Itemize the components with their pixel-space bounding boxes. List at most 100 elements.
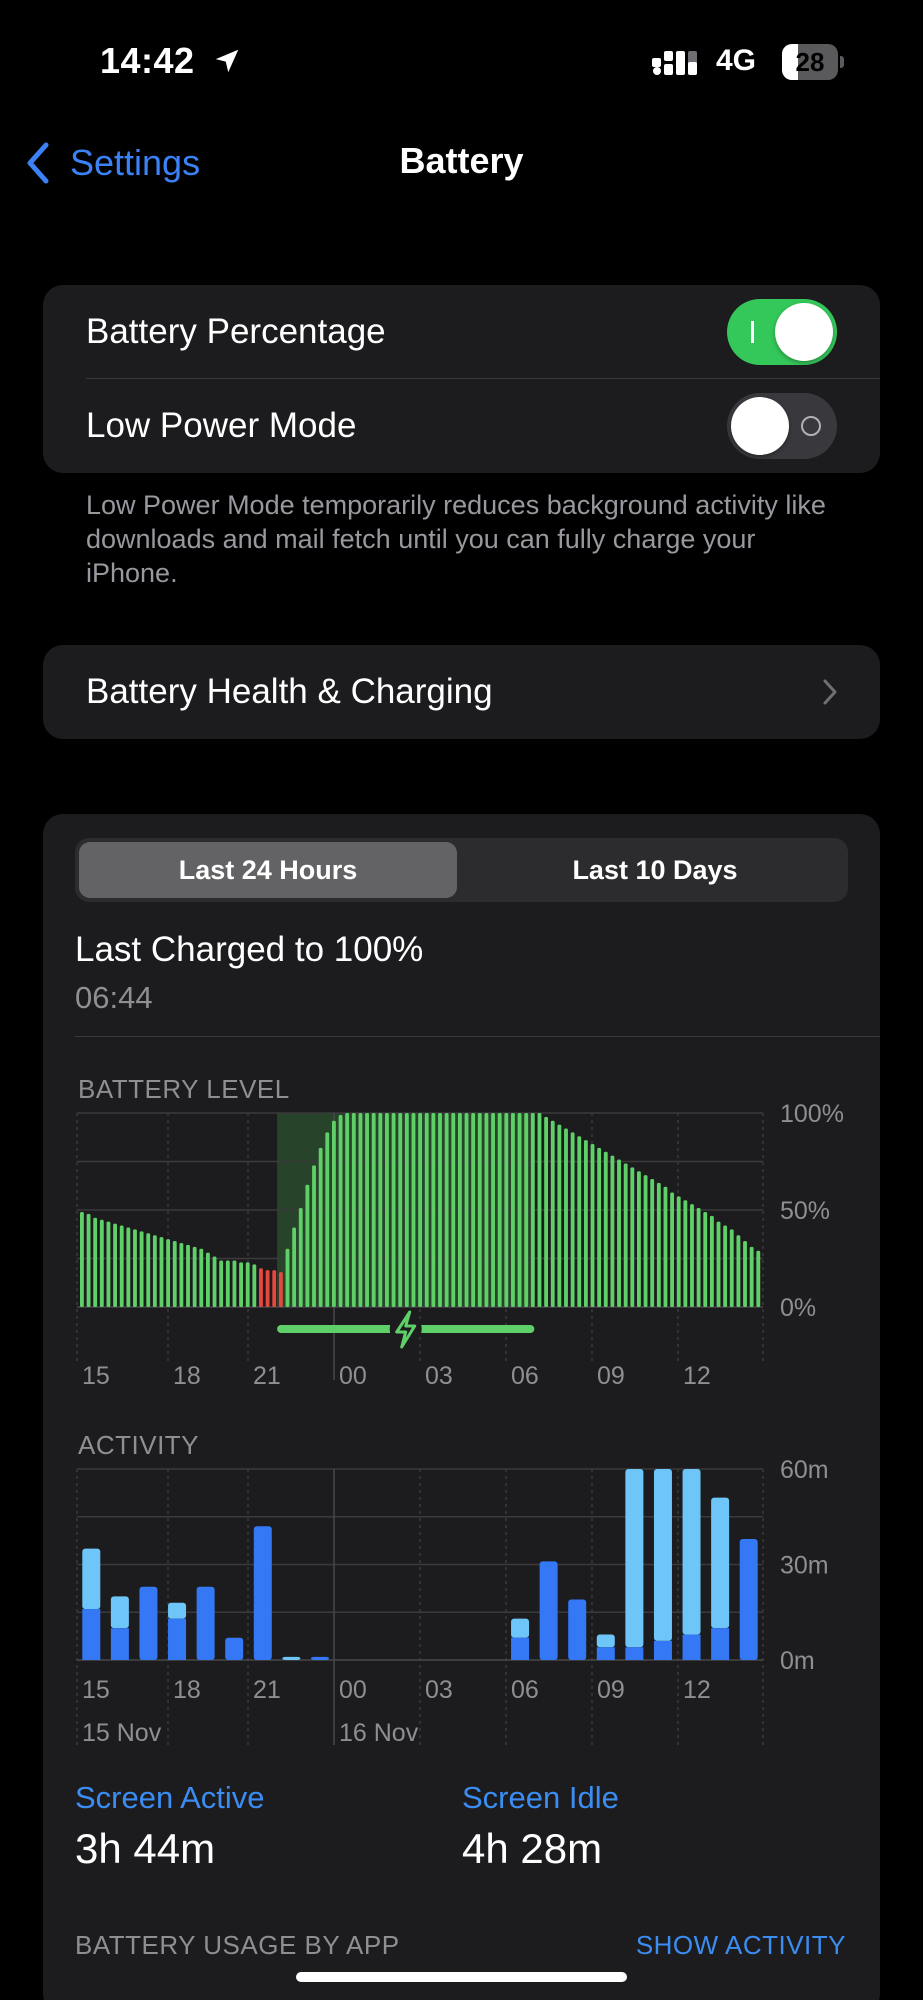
battery-bar [431,1113,436,1307]
battery-bar [166,1239,171,1307]
last-charged-label: Last Charged to 100% [75,930,424,969]
battery-bar [80,1211,84,1307]
battery-bar [451,1113,456,1307]
last-charged-time: 06:44 [75,980,153,1015]
battery-health-label: Battery Health & Charging [86,672,493,711]
battery-bar [133,1229,137,1307]
battery-bar [292,1227,297,1307]
battery-health-row[interactable]: Battery Health & Charging [43,645,880,739]
y-tick-label: 60m [780,1456,829,1484]
x-tick-label: 18 [173,1676,201,1704]
battery-bar [557,1124,562,1307]
activity-bar-idle [82,1548,101,1610]
battery-bar [504,1113,509,1307]
x-tick-label: 12 [683,1676,711,1704]
battery-bar [259,1268,263,1307]
battery-bar [411,1113,416,1307]
activity-bar-active [511,1637,530,1660]
battery-bar [159,1237,164,1307]
battery-bar [219,1260,224,1307]
battery-bar [577,1136,582,1307]
battery-bar [312,1165,316,1307]
battery-icon: 28 [782,44,844,80]
battery-bar [278,1272,283,1307]
battery-bar [756,1250,761,1307]
battery-bar [424,1113,429,1307]
date-label: 16 Nov [339,1719,419,1747]
activity-bar-active [625,1647,644,1660]
battery-bar [603,1151,608,1307]
tab-last-10-days[interactable]: Last 10 Days [466,842,844,898]
activity-bar-idle [653,1469,672,1641]
network-type: 4G [716,44,757,77]
activity-bar-active [168,1618,187,1660]
x-tick-label: 18 [173,1362,201,1390]
show-activity-button[interactable]: SHOW ACTIVITY [636,1930,846,1961]
battery-bar [378,1113,383,1307]
battery-bar [716,1221,721,1307]
y-tick-label: 100% [780,1100,844,1128]
battery-bar [457,1113,462,1307]
status-time: 14:42 [100,40,195,81]
battery-bar [272,1270,277,1307]
battery-bar [637,1171,641,1307]
activity-bar-active [539,1561,558,1660]
x-tick-label: 09 [597,1362,625,1390]
x-tick-label: 12 [683,1362,711,1390]
battery-bar [690,1204,694,1307]
battery-percentage-label: Battery Percentage [86,312,386,351]
activity-bar-active [711,1628,730,1660]
activity-bar-active [196,1586,215,1660]
battery-bar [305,1184,310,1307]
x-tick-label: 00 [339,1676,367,1704]
battery-bar [438,1113,442,1307]
battery-bar [265,1270,270,1307]
activity-bar-idle [711,1497,730,1629]
activity-bar-active [310,1656,329,1660]
battery-bar [338,1114,343,1307]
battery-bar [232,1260,237,1307]
battery-usage-card [43,814,880,2000]
battery-bar [358,1113,363,1307]
battery-bar [736,1235,741,1307]
battery-bar [225,1260,230,1307]
battery-bar [743,1241,747,1307]
battery-bar [663,1186,668,1307]
x-tick-label: 21 [253,1362,281,1390]
activity-bar-active [739,1539,758,1660]
battery-bar [723,1225,728,1307]
battery-bar [119,1225,124,1307]
x-tick-label: 15 [82,1676,110,1704]
activity-bar-active [225,1637,244,1660]
battery-bar [351,1113,356,1307]
activity-bar-idle [511,1618,530,1638]
low-power-mode-row: Low Power Mode [43,379,880,473]
activity-chart: 60m 30m 0m 15 18 21 00 03 06 09 12 15 Nov 16 Nov [76,1456,829,1747]
battery-bar [617,1159,621,1307]
battery-bar [517,1113,522,1307]
battery-percentage-row: Battery Percentage [43,285,880,379]
screen-idle-label: Screen Idle [462,1780,619,1815]
battery-bar [86,1213,91,1307]
activity-bar-active [110,1628,129,1660]
x-tick-label: 15 [82,1362,110,1390]
battery-bar [444,1113,449,1307]
battery-bar [703,1211,708,1307]
battery-bar [285,1248,290,1307]
x-tick-label: 00 [339,1362,367,1390]
tab-last-24-hours[interactable]: Last 24 Hours [79,842,457,898]
battery-bar [683,1200,688,1307]
battery-bar [146,1233,151,1307]
battery-bar [371,1113,376,1307]
battery-bar [497,1113,502,1307]
battery-bar [749,1246,754,1307]
battery-bar [391,1113,396,1307]
activity-bar-active [568,1599,587,1660]
screen-active-label: Screen Active [75,1780,265,1815]
battery-bar [418,1113,423,1307]
activity-bar-idle [282,1656,301,1660]
battery-bar [252,1264,257,1307]
battery-bar [172,1241,177,1307]
battery-percentage-toggle[interactable] [727,299,837,365]
low-power-mode-toggle[interactable] [727,393,837,459]
